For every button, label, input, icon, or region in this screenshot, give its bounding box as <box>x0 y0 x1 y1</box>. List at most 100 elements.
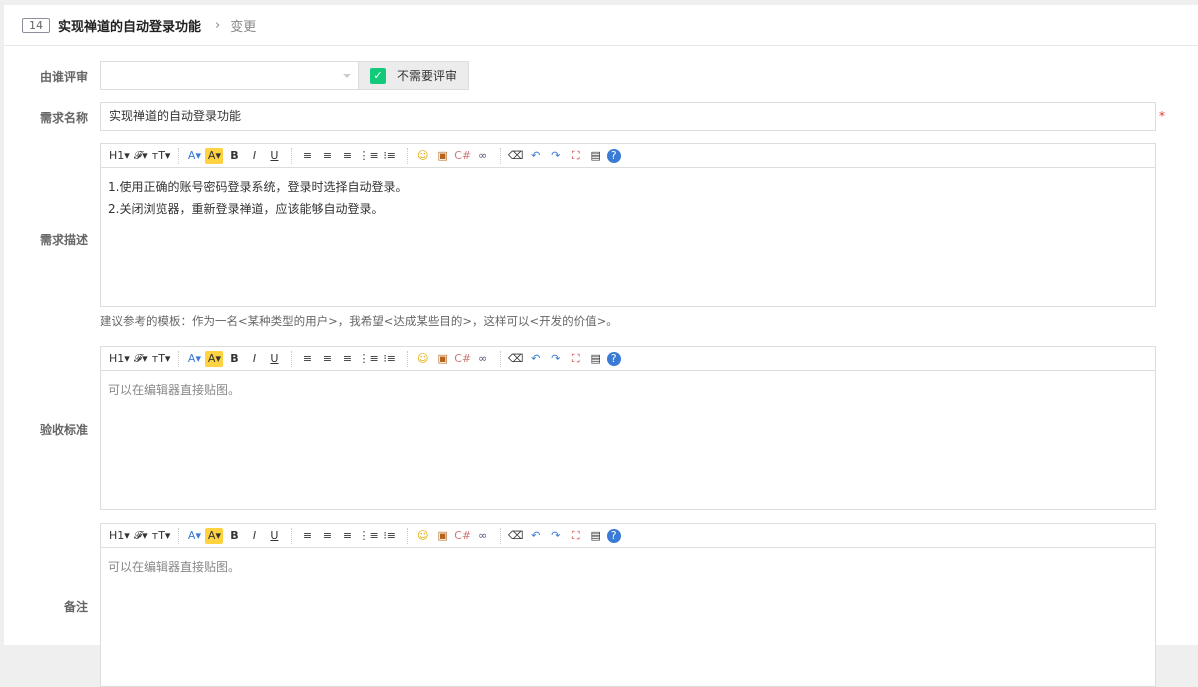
toolbar-separator <box>406 350 408 367</box>
panel: 14 实现禅道的自动登录功能 › 变更 由谁评审 ✓ 不需要评审 需求名称 实现… <box>4 5 1198 687</box>
undo-icon[interactable]: ↶ <box>527 528 545 544</box>
code-icon[interactable]: C# <box>454 148 472 164</box>
align-center-icon[interactable]: ≡ <box>318 351 336 367</box>
eraser-icon[interactable]: ⌫ <box>507 528 525 544</box>
paste-icon[interactable]: ▤ <box>587 148 605 164</box>
help-icon[interactable]: ? <box>606 148 621 163</box>
align-left-icon[interactable]: ≡ <box>298 148 316 164</box>
toolbar-separator <box>291 527 293 544</box>
italic-icon[interactable]: I <box>245 148 263 164</box>
highlight-icon[interactable]: A▾ <box>205 147 224 164</box>
verify-editor[interactable]: H1▾ 𝓕▾ тT▾ A▾ A▾ B I U ≡ ≡ ≡ ⋮≡ ⁝≡ ☺ ▣ C# ∞ ⌫ ↶ ↷ ⛶ ▤? 可以在编辑器… <box>100 346 1156 510</box>
align-center-icon[interactable]: ≡ <box>318 528 336 544</box>
desc-content[interactable]: 1.使用正确的账号密码登录系统，登录时选择自动登录。 2.关闭浏览器，重新登录禅… <box>101 168 1155 228</box>
link-icon[interactable]: ∞ <box>474 528 492 544</box>
italic-icon[interactable]: I <box>245 351 263 367</box>
editor-toolbar: H1▾ 𝓕▾ тT▾ A▾ A▾ B I U ≡ ≡ ≡ ⋮≡ ⁝≡ ☺ ▣ C# ∞ ⌫ ↶ ↷ ⛶ ▤? <box>101 144 1155 168</box>
underline-icon[interactable]: U <box>265 351 283 367</box>
comment-editor[interactable]: H1▾ 𝓕▾ тT▾ A▾ A▾ B I U ≡ ≡ ≡ ⋮≡ ⁝≡ ☺ ▣ C# ∞ ⌫ ↶ ↷ ⛶ ▤? 可以在编辑器… <box>100 523 1156 687</box>
heading-icon[interactable]: H1▾ <box>109 528 130 544</box>
image-icon[interactable]: ▣ <box>434 528 452 544</box>
font-size-icon[interactable]: тT▾ <box>152 528 171 544</box>
paste-icon[interactable]: ▤ <box>587 528 605 544</box>
unordered-list-icon[interactable]: ⁝≡ <box>381 528 399 544</box>
breadcrumb-current: 变更 <box>230 19 257 35</box>
toolbar-separator <box>499 350 501 367</box>
font-family-icon[interactable]: 𝓕▾ <box>132 528 150 544</box>
verify-label: 验收标准 <box>39 423 88 437</box>
font-size-icon[interactable]: тT▾ <box>152 148 171 164</box>
fullscreen-icon[interactable]: ⛶ <box>567 148 585 164</box>
unordered-list-icon[interactable]: ⁝≡ <box>381 351 399 367</box>
ordered-list-icon[interactable]: ⋮≡ <box>358 528 378 544</box>
template-hint: 建议参考的模板：作为一名<某种类型的用户>，我希望<达成某些目的>，这样可以<开… <box>100 314 618 328</box>
page-title[interactable]: 实现禅道的自动登录功能 <box>58 16 201 35</box>
underline-icon[interactable]: U <box>265 528 283 544</box>
heading-icon[interactable]: H1▾ <box>109 351 130 367</box>
eraser-icon[interactable]: ⌫ <box>507 148 525 164</box>
ordered-list-icon[interactable]: ⋮≡ <box>358 148 378 164</box>
help-icon[interactable]: ? <box>606 351 621 366</box>
link-icon[interactable]: ∞ <box>474 148 492 164</box>
underline-icon[interactable]: U <box>265 148 283 164</box>
help-icon[interactable]: ? <box>606 528 621 543</box>
redo-icon[interactable]: ↷ <box>547 148 565 164</box>
comment-label: 备注 <box>63 600 88 614</box>
verify-placeholder[interactable]: 可以在编辑器直接贴图。 <box>101 371 1155 409</box>
emoji-icon[interactable]: ☺ <box>414 148 432 164</box>
ordered-list-icon[interactable]: ⋮≡ <box>358 351 378 367</box>
link-icon[interactable]: ∞ <box>474 351 492 367</box>
redo-icon[interactable]: ↷ <box>547 528 565 544</box>
desc-editor[interactable]: H1▾ 𝓕▾ тT▾ A▾ A▾ B I U ≡ ≡ ≡ ⋮≡ ⁝≡ ☺ ▣ C# ∞ ⌫ ↶ ↷ ⛶ ▤? 1.使用正确… <box>100 143 1156 307</box>
reviewer-label: 由谁评审 <box>39 70 88 84</box>
check-icon: ✓ <box>370 67 386 84</box>
code-icon[interactable]: C# <box>454 528 472 544</box>
italic-icon[interactable]: I <box>245 528 263 544</box>
emoji-icon[interactable]: ☺ <box>414 351 432 367</box>
toolbar-separator <box>291 350 293 367</box>
heading-icon[interactable]: H1▾ <box>109 148 130 164</box>
bold-icon[interactable]: B <box>225 528 243 544</box>
font-color-icon[interactable]: A▾ <box>185 351 203 367</box>
bold-icon[interactable]: B <box>225 148 243 164</box>
font-family-icon[interactable]: 𝓕▾ <box>132 148 150 164</box>
toolbar-separator <box>178 350 180 367</box>
editor-toolbar: H1▾ 𝓕▾ тT▾ A▾ A▾ B I U ≡ ≡ ≡ ⋮≡ ⁝≡ ☺ ▣ C# ∞ ⌫ ↶ ↷ ⛶ ▤? <box>101 347 1155 371</box>
align-center-icon[interactable]: ≡ <box>318 148 336 164</box>
unordered-list-icon[interactable]: ⁝≡ <box>381 148 399 164</box>
toolbar-separator <box>178 147 180 164</box>
image-icon[interactable]: ▣ <box>434 148 452 164</box>
align-left-icon[interactable]: ≡ <box>298 528 316 544</box>
undo-icon[interactable]: ↶ <box>527 351 545 367</box>
highlight-icon[interactable]: A▾ <box>205 350 224 367</box>
name-input[interactable]: 实现禅道的自动登录功能 <box>100 102 1156 131</box>
fullscreen-icon[interactable]: ⛶ <box>567 528 585 544</box>
highlight-icon[interactable]: A▾ <box>205 527 224 544</box>
toolbar-separator <box>291 147 293 164</box>
align-right-icon[interactable]: ≡ <box>338 148 356 164</box>
fullscreen-icon[interactable]: ⛶ <box>567 351 585 367</box>
header: 14 实现禅道的自动登录功能 › 变更 <box>4 5 1198 46</box>
undo-icon[interactable]: ↶ <box>527 148 545 164</box>
eraser-icon[interactable]: ⌫ <box>507 351 525 367</box>
reviewer-select[interactable] <box>100 61 359 90</box>
chevron-right-icon: › <box>215 17 221 33</box>
redo-icon[interactable]: ↷ <box>547 351 565 367</box>
comment-placeholder[interactable]: 可以在编辑器直接贴图。 <box>101 548 1155 586</box>
story-id-badge: 14 <box>22 17 50 33</box>
code-icon[interactable]: C# <box>454 351 472 367</box>
align-right-icon[interactable]: ≡ <box>338 351 356 367</box>
no-review-checkbox[interactable]: ✓ 不需要评审 <box>358 61 469 90</box>
align-right-icon[interactable]: ≡ <box>338 528 356 544</box>
image-icon[interactable]: ▣ <box>434 351 452 367</box>
font-size-icon[interactable]: тT▾ <box>152 351 171 367</box>
font-color-icon[interactable]: A▾ <box>185 148 203 164</box>
align-left-icon[interactable]: ≡ <box>298 351 316 367</box>
paste-icon[interactable]: ▤ <box>587 351 605 367</box>
bold-icon[interactable]: B <box>225 351 243 367</box>
emoji-icon[interactable]: ☺ <box>414 528 432 544</box>
font-color-icon[interactable]: A▾ <box>185 528 203 544</box>
no-review-label: 不需要评审 <box>397 69 458 83</box>
editor-toolbar: H1▾ 𝓕▾ тT▾ A▾ A▾ B I U ≡ ≡ ≡ ⋮≡ ⁝≡ ☺ ▣ C# ∞ ⌫ ↶ ↷ ⛶ ▤? <box>101 524 1155 548</box>
font-family-icon[interactable]: 𝓕▾ <box>132 351 150 367</box>
